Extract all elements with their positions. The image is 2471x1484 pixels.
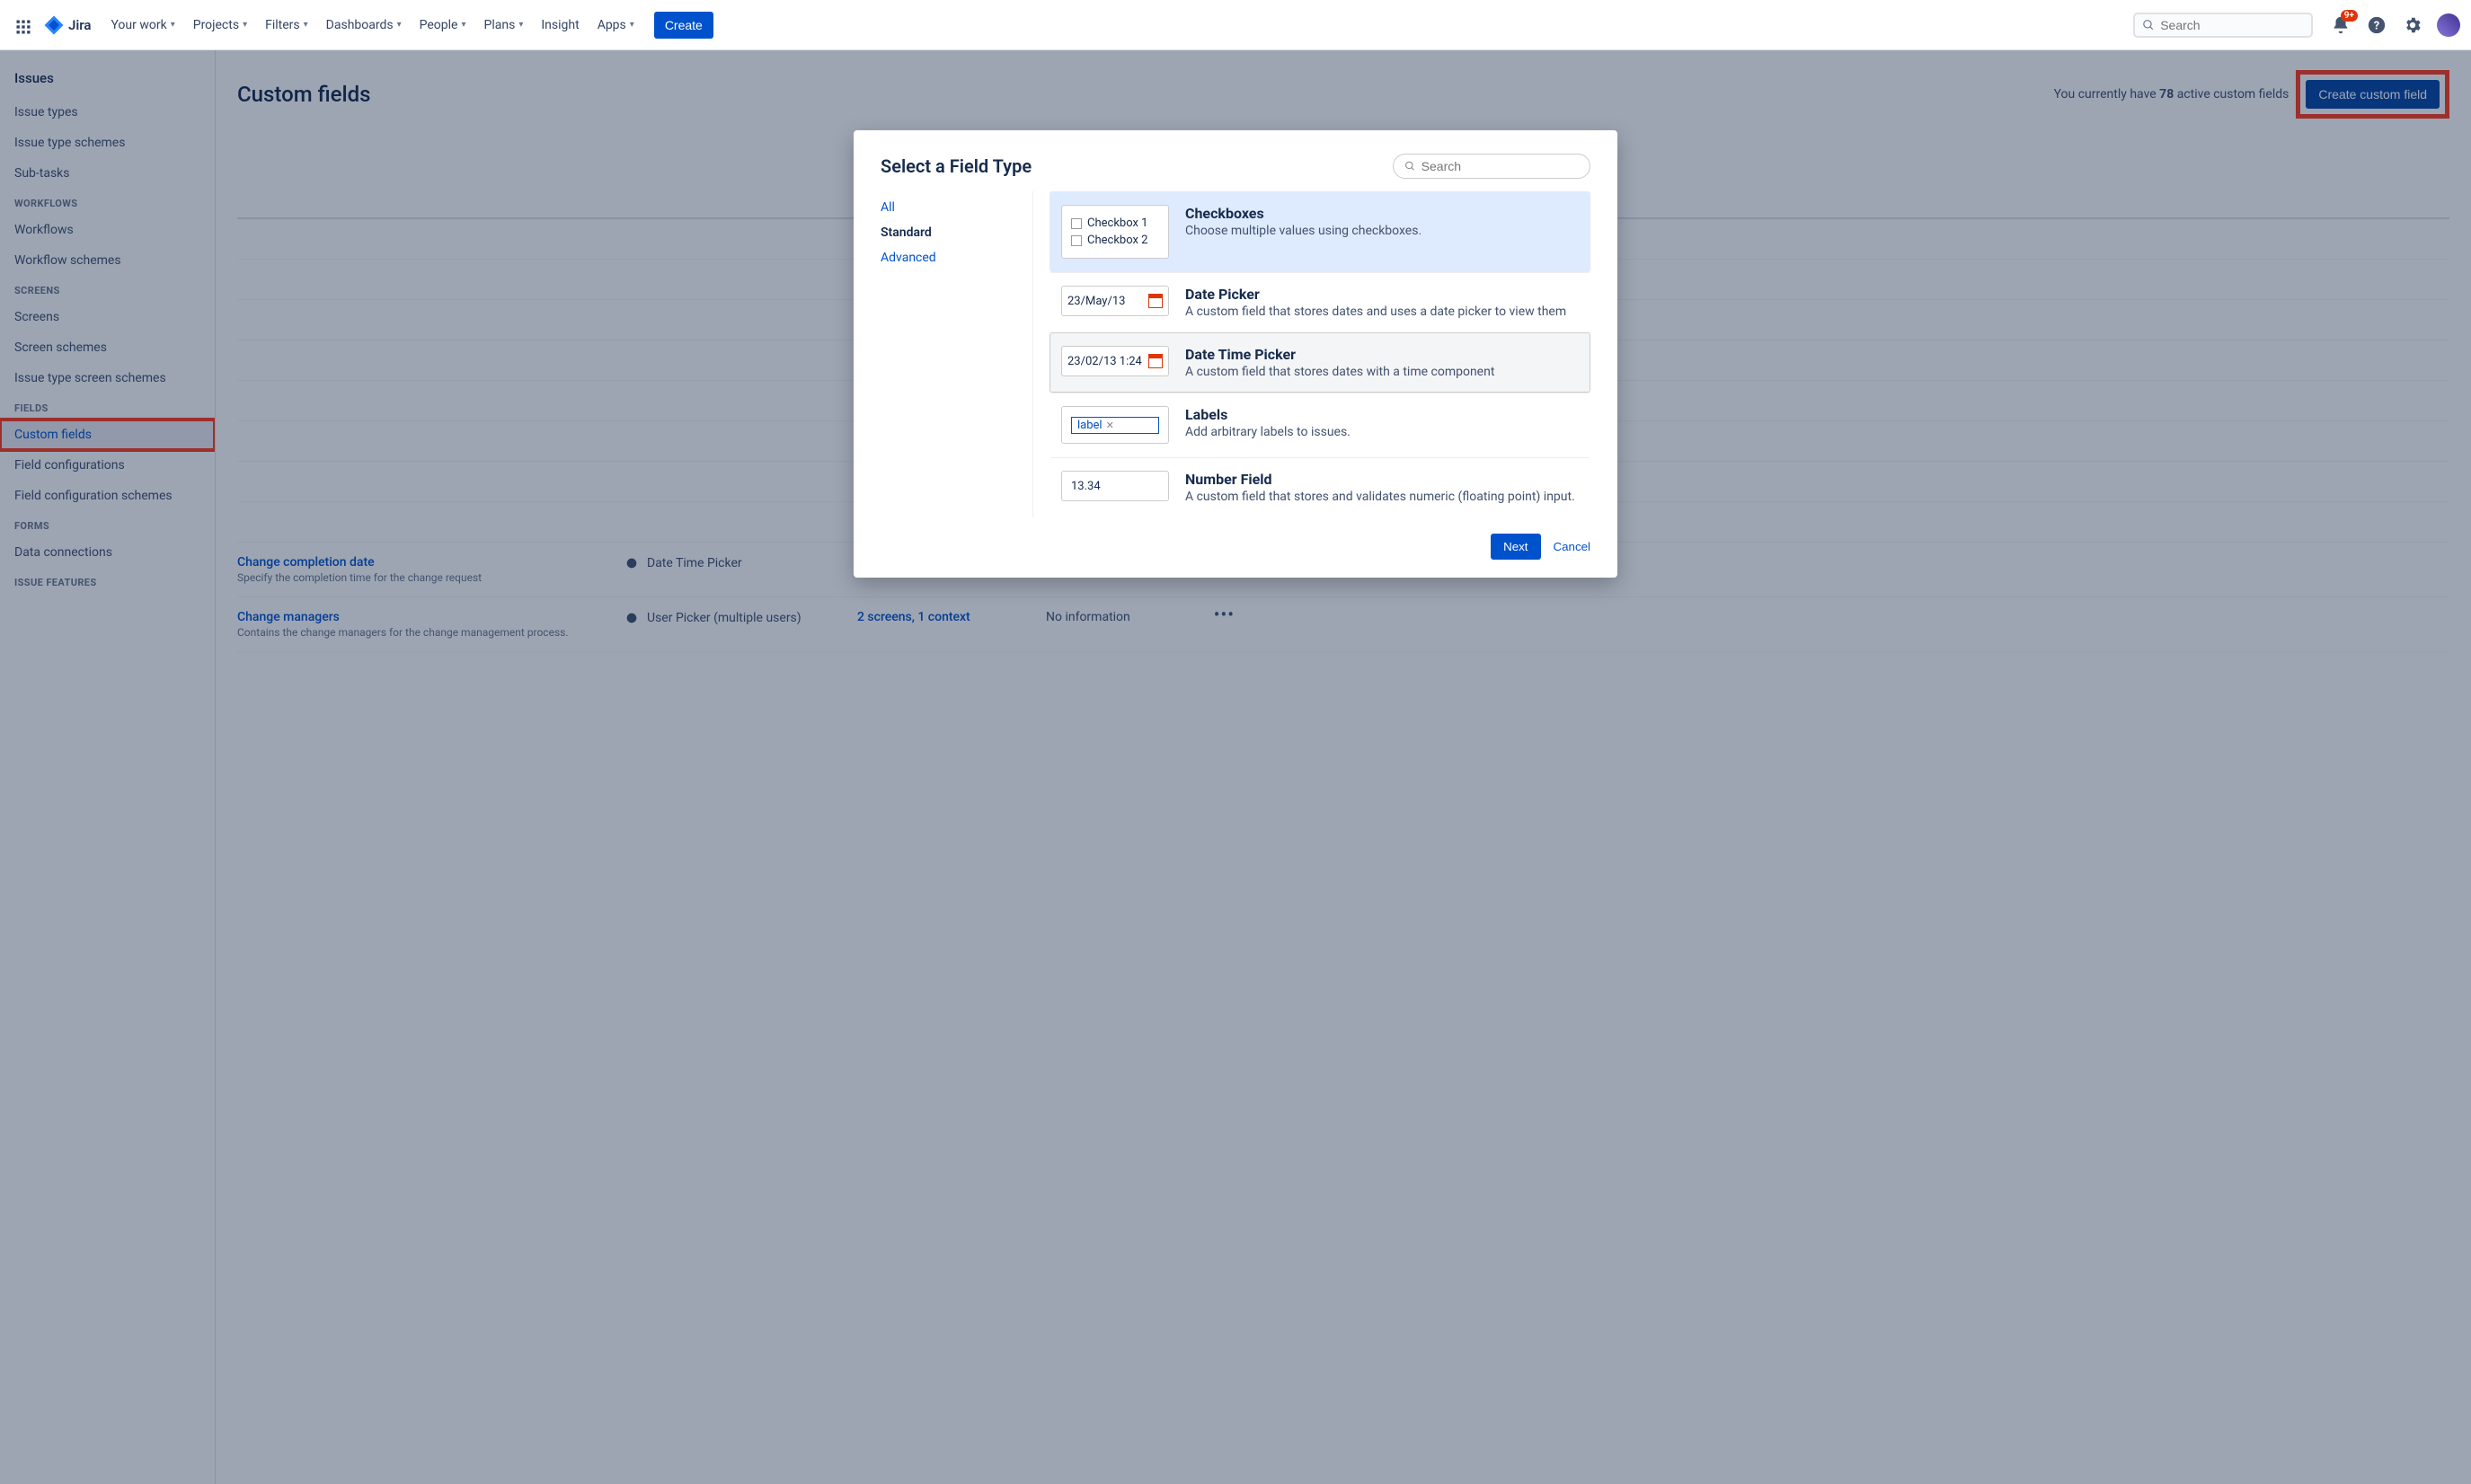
field-type-name: Date Time Picker: [1185, 346, 1494, 363]
nav-item-dashboards[interactable]: Dashboards▾: [317, 13, 411, 38]
dialog-search[interactable]: [1393, 154, 1590, 179]
dialog-tab-advanced[interactable]: Advanced: [881, 245, 1032, 270]
app-switcher-icon[interactable]: [11, 14, 32, 36]
nav-item-apps[interactable]: Apps▾: [589, 13, 643, 38]
search-icon: [1404, 160, 1416, 172]
search-icon: [2142, 18, 2155, 32]
field-type-thumbnail: label ✕: [1061, 406, 1169, 444]
field-type-description: A custom field that stores dates and use…: [1185, 305, 1566, 319]
field-type-description: A custom field that stores dates with a …: [1185, 365, 1494, 379]
field-type-list: Checkbox 1Checkbox 2 Checkboxes Choose mul…: [1050, 191, 1590, 517]
field-type-description: Choose multiple values using checkboxes.: [1185, 224, 1421, 238]
chevron-down-icon: ▾: [243, 20, 247, 30]
notifications-icon[interactable]: 9+: [2329, 13, 2352, 37]
top-navigation: Jira Your work▾Projects▾Filters▾Dashboar…: [0, 0, 2471, 50]
field-type-thumbnail: 13.34: [1061, 471, 1169, 501]
cancel-button[interactable]: Cancel: [1554, 540, 1591, 553]
settings-icon[interactable]: [2401, 13, 2424, 37]
field-type-thumbnail: 23/May/13: [1061, 286, 1169, 316]
help-icon[interactable]: ?: [2365, 13, 2388, 37]
select-field-type-dialog: Select a Field Type AllStandardAdvanced …: [854, 130, 1617, 578]
next-button[interactable]: Next: [1491, 534, 1540, 560]
calendar-icon: [1148, 354, 1163, 368]
field-type-description: A custom field that stores and validates…: [1185, 490, 1575, 504]
global-search[interactable]: [2133, 13, 2313, 38]
create-button[interactable]: Create: [654, 12, 713, 39]
field-type-name: Labels: [1185, 406, 1351, 423]
nav-item-plans[interactable]: Plans▾: [475, 13, 533, 38]
field-type-thumbnail: Checkbox 1Checkbox 2: [1061, 205, 1169, 259]
dialog-title: Select a Field Type: [881, 155, 1032, 177]
chevron-down-icon: ▾: [397, 20, 402, 30]
calendar-icon: [1148, 294, 1163, 308]
logo-text: Jira: [68, 17, 91, 33]
field-type-date-time-picker[interactable]: 23/02/13 1:24 Date Time Picker A custom fi…: [1050, 332, 1590, 393]
nav-item-people[interactable]: People▾: [411, 13, 475, 38]
notification-badge: 9+: [2341, 10, 2358, 22]
chevron-down-icon: ▾: [171, 20, 175, 30]
field-type-number-field[interactable]: 13.34 Number Field A custom field that sto…: [1050, 457, 1590, 517]
chevron-down-icon: ▾: [461, 20, 465, 30]
jira-logo[interactable]: Jira: [36, 14, 98, 36]
field-type-date-picker[interactable]: 23/May/13 Date Picker A custom field that …: [1050, 272, 1590, 332]
nav-item-projects[interactable]: Projects▾: [184, 13, 256, 38]
field-type-name: Date Picker: [1185, 286, 1566, 303]
chevron-down-icon: ▾: [304, 20, 308, 30]
field-type-name: Number Field: [1185, 471, 1575, 488]
nav-item-your-work[interactable]: Your work▾: [102, 13, 183, 38]
field-type-name: Checkboxes: [1185, 205, 1421, 222]
chevron-down-icon: ▾: [630, 20, 634, 30]
field-type-thumbnail: 23/02/13 1:24: [1061, 346, 1169, 376]
chevron-down-icon: ▾: [518, 20, 523, 30]
dialog-category-tabs: AllStandardAdvanced: [881, 191, 1033, 517]
field-type-labels[interactable]: label ✕ Labels Add arbitrary labels to iss…: [1050, 393, 1590, 457]
global-search-input[interactable]: [2160, 18, 2304, 32]
nav-item-filters[interactable]: Filters▾: [256, 13, 317, 38]
field-type-checkboxes[interactable]: Checkbox 1Checkbox 2 Checkboxes Choose mul…: [1050, 191, 1590, 272]
dialog-tab-all[interactable]: All: [881, 195, 1032, 220]
user-avatar[interactable]: [2437, 13, 2460, 37]
field-type-description: Add arbitrary labels to issues.: [1185, 425, 1351, 439]
svg-text:?: ?: [2374, 19, 2379, 32]
nav-item-insight[interactable]: Insight: [532, 13, 588, 38]
dialog-tab-standard[interactable]: Standard: [881, 220, 1032, 245]
dialog-search-input[interactable]: [1421, 159, 1579, 173]
